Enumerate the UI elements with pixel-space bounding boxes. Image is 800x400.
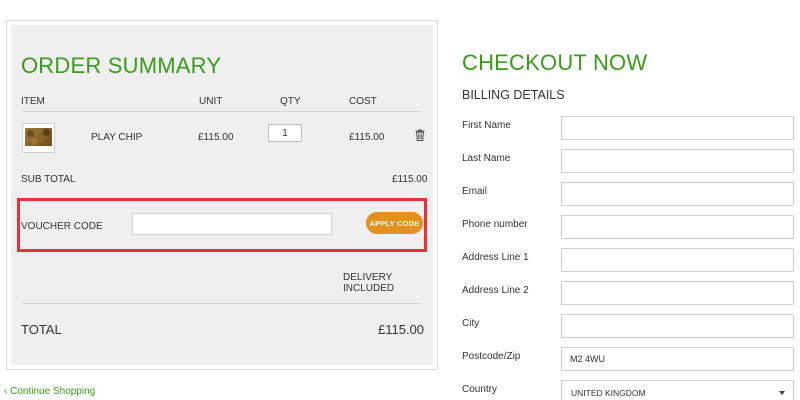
- email-label: Email: [462, 186, 488, 197]
- column-header-unit: UNIT: [199, 96, 223, 107]
- phone-label: Phone number: [462, 219, 528, 230]
- product-name: PLAY CHIP: [91, 132, 143, 143]
- first-name-input[interactable]: [561, 116, 794, 140]
- country-select[interactable]: UNITED KINGDOM: [561, 380, 794, 400]
- billing-details-heading: BILLING DETAILS: [462, 88, 565, 102]
- column-header-item: ITEM: [21, 96, 45, 107]
- order-summary-background: ORDER SUMMARY ITEM UNIT QTY COST PLAY CH…: [11, 25, 433, 365]
- order-summary-panel: ORDER SUMMARY ITEM UNIT QTY COST PLAY CH…: [6, 20, 438, 370]
- address-line-2-input[interactable]: [561, 281, 794, 305]
- product-unit-price: £115.00: [198, 132, 234, 143]
- city-label: City: [462, 318, 480, 329]
- product-cost: £115.00: [349, 132, 385, 143]
- trash-icon[interactable]: [414, 129, 426, 141]
- header-divider: [21, 111, 421, 112]
- checkout-title: CHECKOUT NOW: [462, 50, 648, 75]
- first-name-label: First Name: [462, 120, 511, 131]
- caret-down-icon: [779, 391, 785, 395]
- product-image: [25, 128, 52, 146]
- subtotal-value: £115.00: [392, 174, 428, 185]
- quantity-input[interactable]: [268, 124, 302, 142]
- column-header-qty: QTY: [280, 96, 301, 107]
- voucher-highlight-box: [17, 198, 427, 252]
- last-name-label: Last Name: [462, 153, 511, 164]
- total-divider: [21, 303, 421, 304]
- product-thumbnail: [22, 123, 55, 153]
- phone-input[interactable]: [561, 215, 794, 239]
- delivery-included-text: DELIVERY INCLUDED: [343, 272, 395, 294]
- email-input[interactable]: [561, 182, 794, 206]
- last-name-input[interactable]: [561, 149, 794, 173]
- column-header-cost: COST: [349, 96, 377, 107]
- continue-shopping-link[interactable]: ‹ Continue Shopping: [4, 386, 95, 397]
- chevron-left-icon: ‹: [4, 386, 8, 397]
- address-line-1-input[interactable]: [561, 248, 794, 272]
- total-value: £115.00: [378, 322, 425, 337]
- postcode-label: Postcode/Zip: [462, 351, 521, 362]
- subtotal-label: SUB TOTAL: [21, 174, 76, 185]
- continue-shopping-label: Continue Shopping: [10, 386, 96, 397]
- order-summary-title: ORDER SUMMARY: [21, 53, 222, 78]
- country-label: Country: [462, 384, 498, 395]
- city-input[interactable]: [561, 314, 794, 338]
- address-line-2-label: Address Line 2: [462, 285, 529, 296]
- address-line-1-label: Address Line 1: [462, 252, 529, 263]
- postcode-input[interactable]: [561, 347, 794, 371]
- total-label: TOTAL: [21, 322, 62, 337]
- country-selected-value: UNITED KINGDOM: [571, 388, 646, 398]
